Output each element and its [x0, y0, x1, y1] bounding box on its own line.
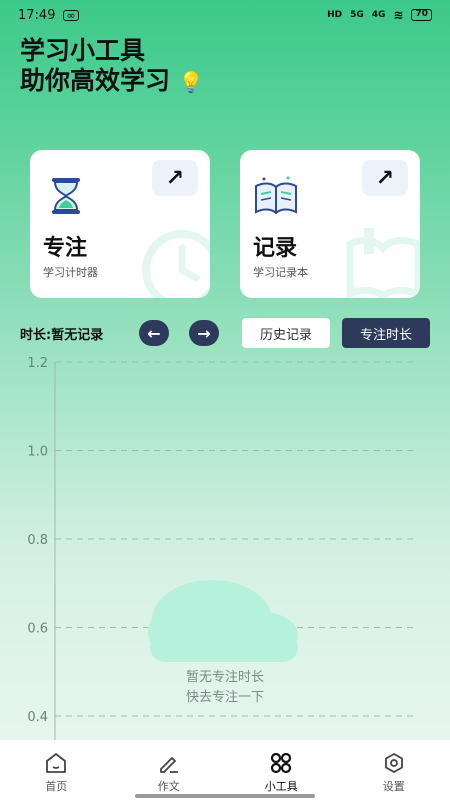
y-tick-label: 0.6 [27, 622, 48, 637]
empty-message-2: 快去专注一下 [186, 690, 264, 705]
wifi-icon: ≋ [393, 8, 404, 22]
settings-icon [384, 753, 403, 773]
empty-cloud-icon [148, 580, 298, 662]
tab-essay-label: 作文 [157, 780, 180, 793]
lightbulb-icon: 💡 [178, 70, 204, 94]
prev-period-button[interactable]: ← [139, 320, 169, 346]
network-label-2: 4G [371, 10, 386, 20]
hd-icon: HD [327, 10, 343, 20]
home-indicator [135, 794, 315, 798]
focus-card-subtitle: 学习计时器 [43, 266, 98, 279]
record-open-button[interactable]: ↗ [362, 160, 408, 196]
y-tick-label: 1.2 [27, 356, 48, 371]
pen-icon [159, 757, 178, 773]
network-label: 5G [350, 10, 364, 20]
tab-home[interactable]: 首页 [16, 750, 96, 794]
record-card[interactable]: ↗ 记录 学习记录本 [240, 150, 420, 298]
tab-settings[interactable]: 设置 [354, 750, 434, 794]
arrow-left-icon: ← [147, 323, 161, 343]
focus-duration-button[interactable]: 专注时长 [342, 318, 430, 348]
page-headline: 学习小工具 助你高效学习 💡 [20, 36, 204, 97]
tab-home-label: 首页 [45, 780, 68, 793]
record-card-title: 记录 [253, 236, 298, 261]
book-watermark-icon [346, 228, 420, 298]
clock-watermark-icon [142, 230, 210, 298]
focus-open-button[interactable]: ↗ [152, 160, 198, 196]
headline-line-2: 助你高效学习 [20, 66, 171, 95]
history-button[interactable]: 历史记录 [242, 318, 330, 348]
focus-card[interactable]: ↗ 专注 学习计时器 [30, 150, 210, 298]
next-period-button[interactable]: → [189, 320, 219, 346]
focus-card-title: 专注 [43, 236, 88, 261]
focus-duration-chart: 1.2 1.0 0.8 0.6 0.4 暂无专注时长 快去专注一下 [27, 356, 415, 740]
tab-settings-label: 设置 [382, 780, 405, 793]
home-icon [46, 753, 67, 773]
empty-message-1: 暂无专注时长 [186, 670, 264, 685]
bottom-tab-bar: 首页 作文 小工具 设置 [0, 740, 450, 800]
y-tick-label: 1.0 [27, 445, 48, 460]
record-card-subtitle: 学习记录本 [253, 266, 308, 279]
headline-line-1: 学习小工具 [20, 36, 146, 65]
arrow-right-icon: → [197, 323, 211, 343]
infinity-icon: ∞ [63, 9, 79, 21]
y-tick-label: 0.4 [27, 710, 48, 725]
tab-essay[interactable]: 作文 [129, 750, 209, 794]
arrow-up-right-icon: ↗ [165, 165, 185, 191]
y-tick-label: 0.8 [27, 533, 48, 548]
tab-tools-label: 小工具 [264, 780, 298, 793]
arrow-up-right-icon: ↗ [375, 165, 395, 191]
status-time: 17:49 [18, 7, 56, 23]
battery-icon: 70 [411, 9, 432, 21]
headline-line-2-wrap: 助你高效学习 💡 [20, 66, 204, 97]
book-icon [255, 176, 297, 215]
tab-tools[interactable]: 小工具 [241, 750, 321, 794]
tools-icon [271, 752, 292, 774]
status-bar: 17:49 ∞ HD 5G 4G ≋ 70 [0, 0, 450, 30]
hourglass-icon [52, 178, 80, 214]
duration-label: 时长:暂无记录 [20, 328, 104, 343]
y-tick-labels: 1.2 1.0 0.8 0.6 0.4 [27, 356, 48, 725]
grid-lines [55, 361, 415, 717]
